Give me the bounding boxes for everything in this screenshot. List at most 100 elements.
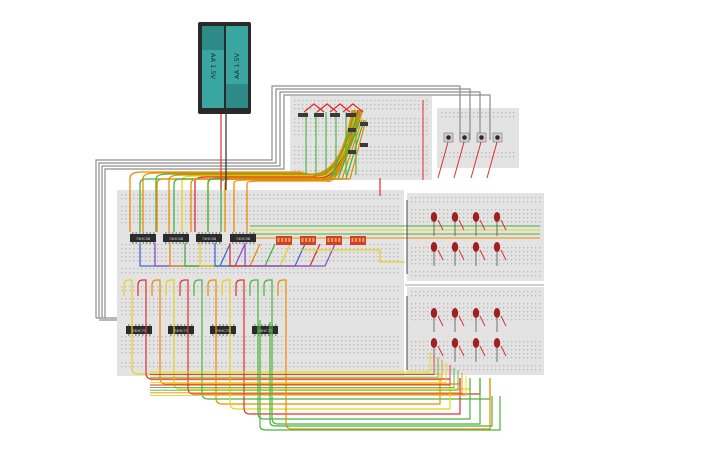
breadboard-hole bbox=[333, 286, 335, 288]
breadboard-hole bbox=[467, 197, 469, 199]
breadboard-hole bbox=[241, 218, 243, 220]
breadboard-hole bbox=[365, 362, 367, 364]
breadboard-hole bbox=[301, 310, 303, 312]
breadboard-hole bbox=[225, 314, 227, 316]
breadboard-hole bbox=[249, 344, 251, 346]
breadboard-hole bbox=[467, 345, 469, 347]
breadboard-hole bbox=[318, 126, 320, 128]
breadboard-hole bbox=[386, 100, 388, 102]
breadboard-hole bbox=[181, 348, 183, 350]
breadboard-hole bbox=[389, 272, 391, 274]
ic-label: 74HC75 bbox=[132, 329, 146, 333]
breadboard-hole bbox=[415, 307, 417, 309]
breadboard-hole bbox=[318, 130, 320, 132]
breadboard-hole bbox=[390, 158, 392, 160]
breadboard-hole bbox=[377, 252, 379, 254]
breadboard-hole bbox=[397, 260, 399, 262]
breadboard-hole bbox=[539, 263, 541, 265]
breadboard-hole bbox=[213, 348, 215, 350]
breadboard-hole bbox=[310, 154, 312, 156]
breadboard-hole bbox=[225, 272, 227, 274]
breadboard-hole bbox=[398, 162, 400, 164]
breadboard-hole bbox=[313, 198, 315, 200]
breadboard-hole bbox=[213, 302, 215, 304]
breadboard-hole bbox=[397, 340, 399, 342]
breadboard-hole bbox=[370, 118, 372, 120]
breadboard-hole bbox=[185, 302, 187, 304]
breadboard-hole bbox=[390, 130, 392, 132]
breadboard-hole bbox=[193, 336, 195, 338]
breadboard-hole bbox=[503, 197, 505, 199]
breadboard-hole bbox=[419, 263, 421, 265]
breadboard-hole bbox=[353, 344, 355, 346]
breadboard-hole bbox=[511, 221, 513, 223]
breadboard-hole bbox=[471, 365, 473, 367]
breadboard-hole bbox=[393, 314, 395, 316]
breadboard-hole bbox=[479, 311, 481, 313]
breadboard-hole bbox=[185, 366, 187, 368]
breadboard-hole bbox=[523, 357, 525, 359]
breadboard-hole bbox=[301, 298, 303, 300]
breadboard-hole bbox=[313, 214, 315, 216]
breadboard-hole bbox=[431, 255, 433, 257]
breadboard-hole bbox=[237, 272, 239, 274]
breadboard-hole bbox=[277, 344, 279, 346]
breadboard-hole bbox=[310, 108, 312, 110]
breadboard-hole bbox=[353, 306, 355, 308]
breadboard-hole bbox=[133, 222, 135, 224]
breadboard-hole bbox=[337, 310, 339, 312]
breadboard-hole bbox=[197, 298, 199, 300]
breadboard-hole bbox=[189, 306, 191, 308]
breadboard-hole bbox=[539, 357, 541, 359]
breadboard-hole bbox=[322, 158, 324, 160]
breadboard-hole bbox=[503, 357, 505, 359]
breadboard-hole bbox=[321, 252, 323, 254]
breadboard-hole bbox=[479, 357, 481, 359]
breadboard-hole bbox=[402, 122, 404, 124]
breadboard-hole bbox=[245, 366, 247, 368]
breadboard-hole bbox=[325, 256, 327, 258]
breadboard-hole bbox=[310, 122, 312, 124]
breadboard-hole bbox=[225, 366, 227, 368]
breadboard-hole bbox=[427, 319, 429, 321]
breadboard-hole bbox=[253, 362, 255, 364]
breadboard-hole bbox=[361, 214, 363, 216]
breadboard-hole bbox=[261, 302, 263, 304]
breadboard-hole bbox=[293, 302, 295, 304]
breadboard-hole bbox=[349, 286, 351, 288]
breadboard-hole bbox=[439, 307, 441, 309]
breadboard-hole bbox=[298, 100, 300, 102]
breadboard-hole bbox=[273, 214, 275, 216]
breadboard-hole bbox=[467, 319, 469, 321]
breadboard-hole bbox=[357, 336, 359, 338]
breadboard-hole bbox=[129, 340, 131, 342]
breadboard-hole bbox=[426, 122, 428, 124]
breadboard-hole bbox=[334, 126, 336, 128]
breadboard-hole bbox=[326, 100, 328, 102]
breadboard-hole bbox=[342, 108, 344, 110]
breadboard-hole bbox=[349, 348, 351, 350]
breadboard-hole bbox=[169, 310, 171, 312]
breadboard-hole bbox=[435, 197, 437, 199]
breadboard-hole bbox=[325, 298, 327, 300]
breadboard-hole bbox=[353, 298, 355, 300]
breadboard-hole bbox=[353, 198, 355, 200]
breadboard-hole bbox=[507, 217, 509, 219]
ic-pin bbox=[242, 242, 244, 244]
breadboard-hole bbox=[423, 255, 425, 257]
breadboard-hole bbox=[487, 291, 489, 293]
breadboard-hole bbox=[213, 222, 215, 224]
breadboard-hole bbox=[406, 122, 408, 124]
breadboard-hole bbox=[423, 353, 425, 355]
breadboard-hole bbox=[289, 248, 291, 250]
breadboard-hole bbox=[293, 306, 295, 308]
breadboard-hole bbox=[121, 298, 123, 300]
breadboard-hole bbox=[213, 194, 215, 196]
breadboard-hole bbox=[389, 352, 391, 354]
breadboard-hole bbox=[479, 319, 481, 321]
breadboard-hole bbox=[225, 290, 227, 292]
breadboard-hole bbox=[427, 349, 429, 351]
breadboard-hole bbox=[249, 198, 251, 200]
breadboard-hole bbox=[201, 248, 203, 250]
breadboard-hole bbox=[445, 156, 447, 158]
